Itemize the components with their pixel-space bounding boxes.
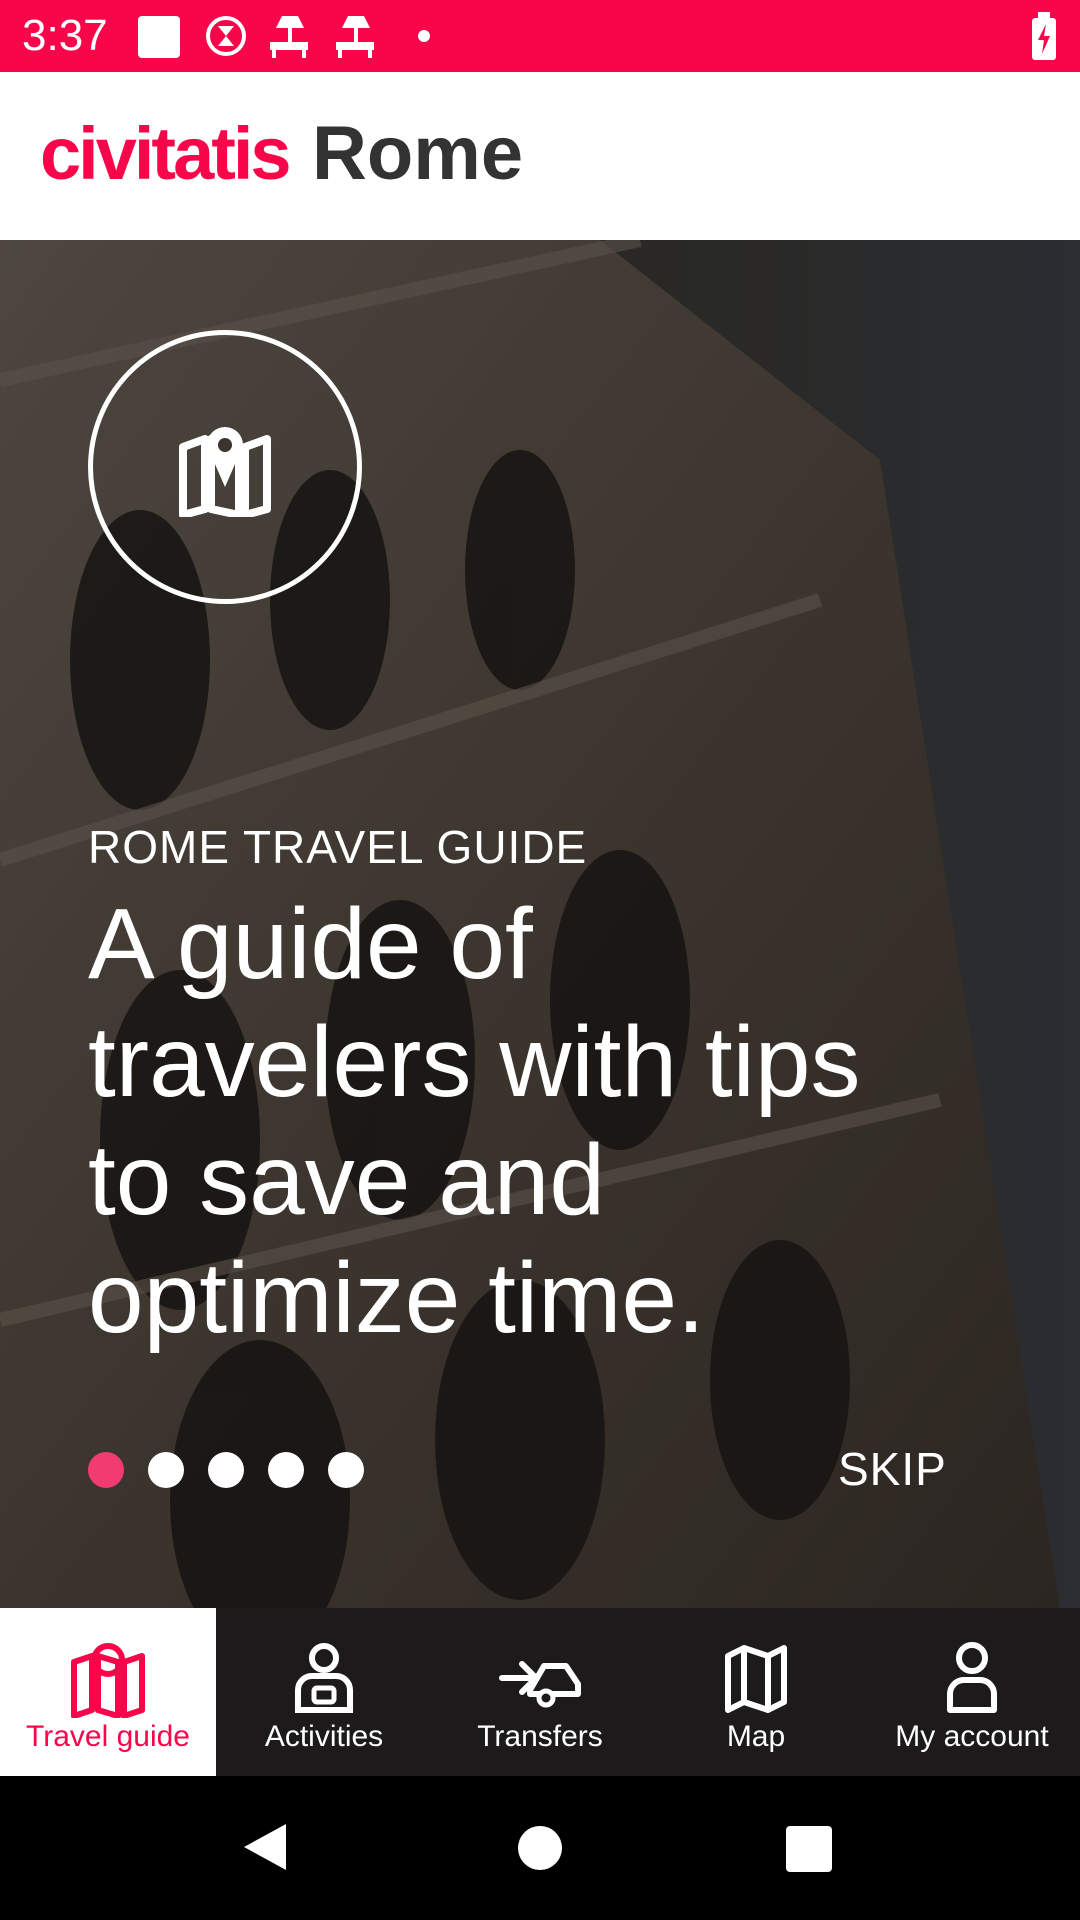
pager-dot[interactable]: [268, 1452, 304, 1488]
brand-logo: civitatis: [40, 112, 292, 195]
lamp-icon: [336, 16, 374, 58]
pager-dot[interactable]: [148, 1452, 184, 1488]
nav-map[interactable]: Map: [648, 1608, 864, 1776]
lamp-icon: [270, 16, 308, 58]
recents-icon[interactable]: [786, 1826, 832, 1872]
map-pin-icon: [179, 427, 271, 517]
home-icon[interactable]: [518, 1826, 562, 1870]
guide-headline: A guide of travelers with tips to save a…: [88, 888, 861, 1354]
pager-indicator: [88, 1452, 364, 1488]
battery-charging-icon: [1032, 12, 1056, 60]
guide-kicker: ROME TRAVEL GUIDE: [88, 821, 588, 873]
pager-dot[interactable]: [208, 1452, 244, 1488]
ticket-person-icon: [295, 1643, 353, 1713]
nav-label: Map: [726, 1720, 786, 1753]
dot-icon: [418, 30, 430, 42]
square-notification-icon: [138, 16, 180, 58]
skip-button[interactable]: SKIP: [838, 1442, 947, 1496]
car-arrow-icon: [499, 1661, 581, 1708]
bottom-navigation: Travel guide Activities Transfers Map My…: [0, 1608, 1080, 1776]
onboarding-hero[interactable]: ROME TRAVEL GUIDE A guide of travelers w…: [0, 240, 1080, 1608]
app-header: civitatis Rome: [0, 72, 1080, 240]
pager-dot[interactable]: [88, 1452, 124, 1488]
back-icon[interactable]: [242, 1822, 288, 1872]
timer-icon: [206, 16, 246, 56]
map-icon: [725, 1645, 787, 1713]
nav-travel-guide[interactable]: Travel guide: [0, 1608, 216, 1776]
guide-icon-circle: [88, 330, 362, 604]
pager-dot[interactable]: [328, 1452, 364, 1488]
nav-label: Travel guide: [26, 1720, 190, 1753]
nav-label: My account: [895, 1720, 1049, 1753]
nav-label: Transfers: [477, 1720, 603, 1753]
page-title: Rome: [312, 111, 524, 196]
status-bar: 3:37: [0, 0, 1080, 72]
nav-transfers[interactable]: Transfers: [432, 1608, 648, 1776]
nav-activities[interactable]: Activities: [216, 1608, 432, 1776]
nav-my-account[interactable]: My account: [864, 1608, 1080, 1776]
nav-label: Activities: [264, 1720, 384, 1753]
user-icon: [947, 1642, 997, 1713]
status-time: 3:37: [22, 11, 108, 60]
map-pin-icon: [71, 1643, 145, 1718]
